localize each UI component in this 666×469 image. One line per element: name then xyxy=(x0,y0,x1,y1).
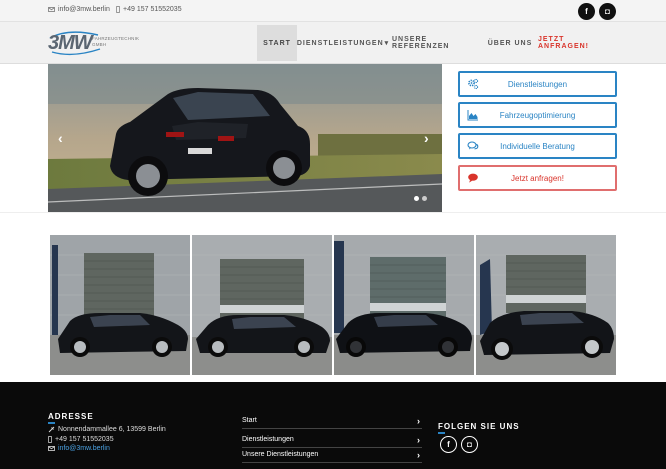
topbar-phone[interactable]: +49 157 51552035 xyxy=(116,6,182,13)
chevron-down-icon: ▾ xyxy=(384,40,390,47)
hero-slide-image xyxy=(48,64,442,212)
footer: ADRESSE Nonnendammallee 6, 13599 Berlin … xyxy=(0,382,666,469)
fahrzeugoptimierung-button[interactable]: Fahrzeugoptimierung xyxy=(458,102,617,128)
logo-wordmark: 3MW xyxy=(48,32,93,54)
logo[interactable]: 3MW FAHRZEUGTECHNIK GMBH xyxy=(48,30,143,56)
map-pin-icon xyxy=(48,426,55,433)
comment-icon xyxy=(468,173,478,183)
footer-phone-text: +49 157 51552035 xyxy=(55,436,114,443)
chat-bubbles-icon xyxy=(467,141,479,150)
top-bar: info@3mw.berlin +49 157 51552035 f ◘ xyxy=(0,0,666,22)
gallery-image-4[interactable] xyxy=(476,235,616,375)
dienstleistungen-button[interactable]: Dienstleistungen xyxy=(458,71,617,97)
footer-phone[interactable]: +49 157 51552035 xyxy=(48,436,114,443)
footer-nav-dienstleistungen-label: Dienstleistungen xyxy=(242,436,294,443)
gallery-image-3[interactable] xyxy=(334,235,474,375)
carousel-indicators xyxy=(414,196,427,201)
footer-address-underline xyxy=(48,422,55,424)
footer-nav-dienstleistungen[interactable]: Dienstleistungen › xyxy=(242,432,422,448)
mobile-phone-icon xyxy=(116,6,120,13)
envelope-icon xyxy=(48,446,55,451)
logo-sub-line1: FAHRZEUGTECHNIK xyxy=(92,36,140,41)
nav-jetzt-anfragen[interactable]: JETZT ANFRAGEN! xyxy=(538,25,616,61)
carousel-dot-2[interactable] xyxy=(422,196,427,201)
footer-email-link[interactable]: info@3mw.berlin xyxy=(58,445,110,452)
logo-subtitle: FAHRZEUGTECHNIK GMBH xyxy=(92,36,139,48)
jetzt-anfragen-button[interactable]: Jetzt anfragen! xyxy=(458,165,617,191)
carousel-next-arrow[interactable]: › xyxy=(424,130,429,146)
nav-dienstleistungen[interactable]: DIENSTLEISTUNGEN ▾ xyxy=(296,25,390,61)
topbar-phone-text: +49 157 51552035 xyxy=(123,6,182,13)
topbar-email[interactable]: info@3mw.berlin xyxy=(48,6,110,13)
topbar-email-text: info@3mw.berlin xyxy=(58,6,110,13)
footer-address: Nonnendammallee 6, 13599 Berlin xyxy=(48,426,166,433)
nav-unsere-referenzen[interactable]: UNSERE REFERENZEN xyxy=(392,25,482,61)
carousel-dot-1[interactable] xyxy=(414,196,419,201)
gallery-image-1[interactable] xyxy=(50,235,190,375)
footer-nav-unsere-dienstleistungen-label: Unsere Dienstleistungen xyxy=(242,451,319,458)
hero-carousel[interactable]: ‹ › xyxy=(48,64,442,212)
gallery-image-2[interactable] xyxy=(192,235,332,375)
footer-follow-underline xyxy=(438,432,445,434)
footer-follow-title: FOLGEN SIE UNS xyxy=(438,422,520,431)
gallery-image-4-photo xyxy=(476,235,616,375)
mobile-phone-icon xyxy=(48,436,52,443)
carousel-prev-arrow[interactable]: ‹ xyxy=(58,130,63,146)
footer-nav-start[interactable]: Start › xyxy=(242,413,422,429)
area-chart-icon xyxy=(467,110,478,121)
gears-icon xyxy=(468,78,479,90)
logo-sub-line2: GMBH xyxy=(92,42,107,47)
footer-nav-unsere-dienstleistungen[interactable]: Unsere Dienstleistungen › xyxy=(242,447,422,463)
dienstleistungen-button-label: Dienstleistungen xyxy=(507,79,568,89)
gallery-image-3-photo xyxy=(334,235,474,375)
gallery-image-2-photo xyxy=(192,235,332,375)
envelope-icon xyxy=(48,7,55,12)
footer-email[interactable]: info@3mw.berlin xyxy=(48,445,110,452)
individuelle-beratung-button[interactable]: Individuelle Beratung xyxy=(458,133,617,159)
instagram-icon[interactable]: ◘ xyxy=(461,436,478,453)
jetzt-anfragen-button-label: Jetzt anfragen! xyxy=(511,173,564,183)
facebook-icon[interactable]: f xyxy=(578,3,595,20)
chevron-right-icon: › xyxy=(417,415,420,426)
nav-dienstleistungen-label: DIENSTLEISTUNGEN xyxy=(296,39,384,47)
footer-address-title: ADRESSE xyxy=(48,412,94,421)
fahrzeugoptimierung-button-label: Fahrzeugoptimierung xyxy=(499,110,576,120)
footer-nav-start-label: Start xyxy=(242,417,257,424)
facebook-icon[interactable]: f xyxy=(440,436,457,453)
page: info@3mw.berlin +49 157 51552035 f ◘ 3MW… xyxy=(0,0,666,469)
header: 3MW FAHRZEUGTECHNIK GMBH START DIENSTLEI… xyxy=(0,22,666,64)
chevron-right-icon: › xyxy=(417,434,420,445)
chevron-right-icon: › xyxy=(417,449,420,460)
instagram-icon[interactable]: ◘ xyxy=(599,3,616,20)
individuelle-beratung-button-label: Individuelle Beratung xyxy=(500,141,575,151)
nav-ueber-uns[interactable]: ÜBER UNS xyxy=(486,25,534,61)
nav-start[interactable]: START xyxy=(257,25,297,61)
footer-address-text: Nonnendammallee 6, 13599 Berlin xyxy=(58,426,166,433)
gallery-image-1-photo xyxy=(50,235,190,375)
